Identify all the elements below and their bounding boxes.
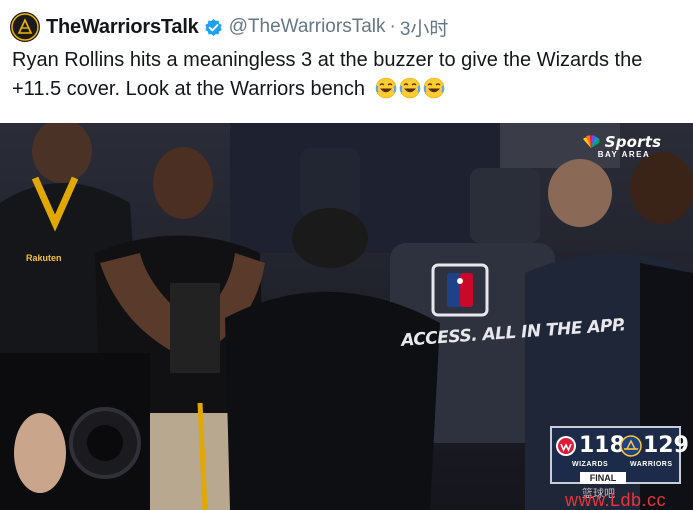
verified-badge-icon — [204, 18, 223, 37]
tweet-text: Ryan Rollins hits a meaningless 3 at the… — [12, 46, 682, 108]
scoreboard-scores: 118 129 — [552, 431, 689, 462]
laughing-emoji-icon — [375, 77, 396, 99]
laughing-emoji-icon — [399, 77, 420, 99]
scoreboard: 118 129 WIZARDS WARRIORS FINAL — [550, 426, 689, 484]
display-name[interactable]: TheWarriorsTalk — [46, 16, 199, 39]
tweet-header: TheWarriorsTalk @TheWarriorsTalk · 3小时 R… — [0, 0, 693, 123]
user-handle[interactable]: @TheWarriorsTalk — [229, 16, 386, 38]
peacock-icon — [581, 135, 601, 154]
home-team-label: WARRIORS — [630, 461, 673, 468]
watermark-url: www.Ldb.cc — [565, 490, 667, 510]
avatar[interactable] — [10, 12, 40, 42]
tweet-timestamp[interactable]: 3小时 — [400, 14, 449, 41]
home-score: 129 — [643, 433, 689, 458]
away-score: 118 — [579, 433, 625, 458]
tweet-body: Ryan Rollins hits a meaningless 3 at the… — [12, 49, 643, 100]
warriors-logo-icon — [620, 435, 642, 462]
laughing-emoji-icon — [423, 77, 444, 99]
away-team-label: WIZARDS — [572, 461, 609, 468]
broadcast-logo: Sports BAY AREA — [583, 133, 665, 159]
jersey-sponsor-text: Rakuten — [26, 253, 62, 263]
author-row: TheWarriorsTalk @TheWarriorsTalk · 3小时 — [46, 14, 448, 40]
separator-dot: · — [389, 16, 396, 37]
tweet-media-video-frame[interactable]: Sports BAY AREA Rakuten ACCESS. ALL IN T… — [0, 123, 693, 510]
emoji-group — [375, 77, 447, 108]
wizards-logo-icon — [555, 435, 577, 462]
warriors-logo-icon — [11, 13, 39, 41]
game-status: FINAL — [580, 472, 626, 484]
